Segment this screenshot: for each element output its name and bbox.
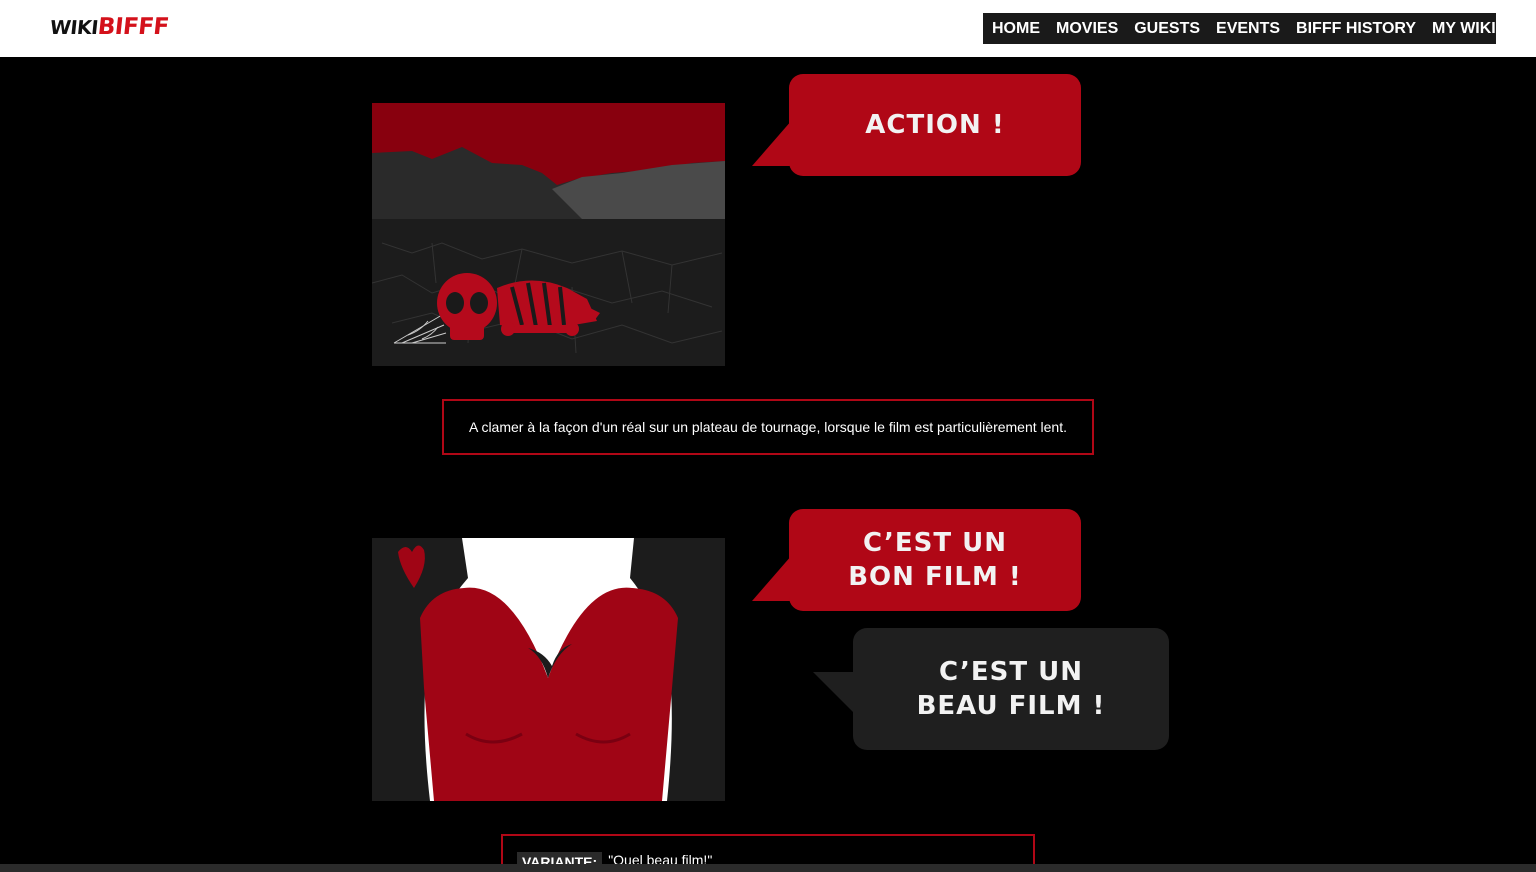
speech-bubble-beau-film: C’EST UN BEAU FILM ! [853,628,1169,750]
speech-bubble-tail [813,672,857,716]
horizontal-scrollbar[interactable] [0,864,1536,872]
chevron-down-icon: ▼ [1504,23,1514,34]
speech-bubble-tail [752,120,792,166]
nav-events[interactable]: EVENTS [1216,20,1280,38]
nav-guests[interactable]: GUESTS [1134,20,1200,38]
main-nav: HOME MOVIES GUESTS EVENTS BIFFF HISTORY … [983,13,1514,44]
red-dress-illustration [372,538,725,801]
nav-my-wiki[interactable]: MY WIKI ▼ [1432,20,1514,38]
skeleton-desert-illustration [372,103,725,366]
nav-my-wiki-label: MY WIKI [1432,19,1496,37]
nav-bifff-history[interactable]: BIFFF HISTORY [1296,20,1416,38]
definition-caption: A clamer à la façon d'un réal sur un pla… [442,399,1094,455]
logo-wiki-text: WIKI [48,17,99,39]
logo-bifff-text: BIFFF [96,14,170,40]
wikibifff-logo[interactable]: WIKIBIFFF [49,14,170,41]
nav-home[interactable]: HOME [992,20,1040,38]
speech-bubble-tail [752,555,792,601]
speech-bubble-bon-film: C’EST UN BON FILM ! [789,509,1081,611]
site-header: WIKIBIFFF HOME MOVIES GUESTS EVENTS BIFF… [0,0,1536,57]
speech-bubble-action: ACTION ! [789,74,1081,176]
nav-movies[interactable]: MOVIES [1056,20,1118,38]
